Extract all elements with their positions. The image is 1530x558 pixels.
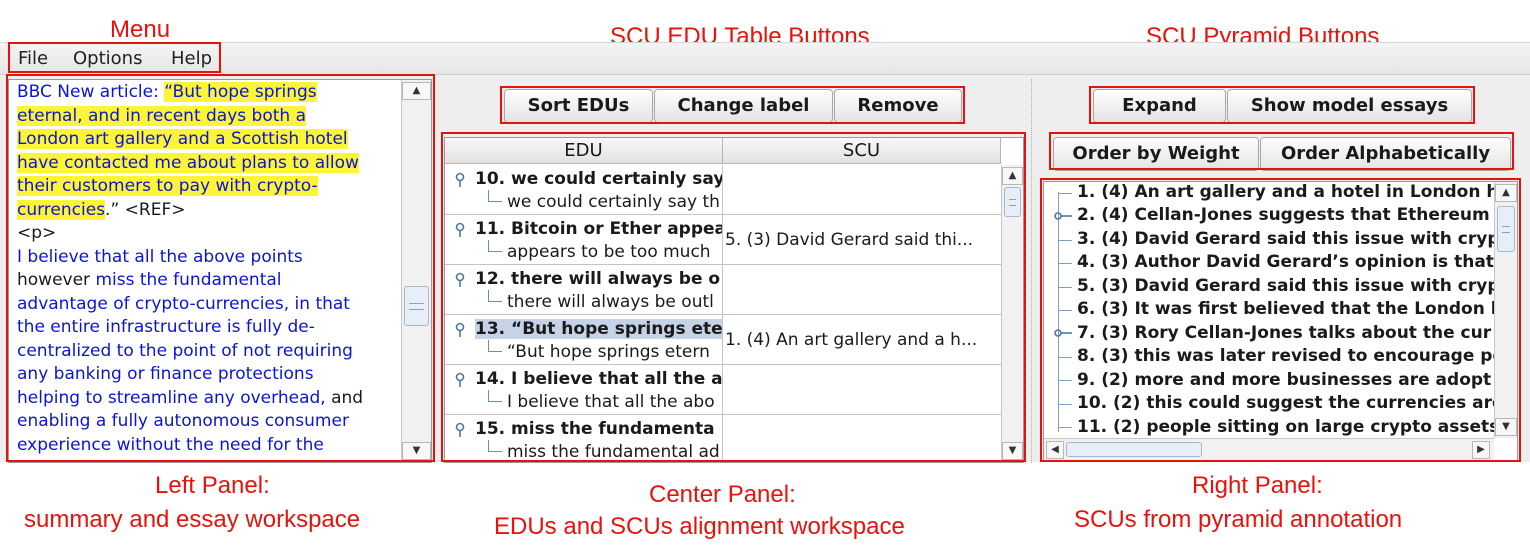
scroll-up-arrow-icon[interactable]: ▲: [1002, 167, 1023, 185]
tree-item[interactable]: 9. (2) more and more businesses are adop…: [1077, 370, 1491, 390]
scroll-thumb[interactable]: [1066, 442, 1202, 457]
scroll-right-arrow-icon[interactable]: ▶: [1472, 441, 1490, 459]
scu-cell: [723, 265, 1001, 315]
menu-help[interactable]: Help: [171, 48, 212, 69]
key-icon: [455, 222, 465, 237]
scu-cell: 5. (3) David Gerard said thi...: [725, 230, 974, 250]
key-icon: [455, 172, 465, 187]
scroll-thumb[interactable]: [404, 286, 429, 326]
tree-item[interactable]: 5. (3) David Gerard said this issue with…: [1077, 276, 1500, 296]
tree-item[interactable]: 10. (2) this could suggest the currencie…: [1077, 393, 1504, 413]
table-vertical-scrollbar[interactable]: ▲ ▼: [1001, 165, 1023, 462]
scroll-down-arrow-icon[interactable]: ▼: [1495, 418, 1517, 436]
edu-label: 13. “But hope springs ete: [475, 319, 723, 339]
scu-cell: [723, 415, 1001, 462]
key-icon: [455, 322, 465, 337]
table-row[interactable]: 10. we could certainly say t we could cer…: [445, 165, 1001, 215]
tree-item[interactable]: 11. (2) people sitting on large crypto a…: [1077, 417, 1499, 437]
menu-options[interactable]: Options: [73, 48, 142, 69]
remove-button[interactable]: Remove: [834, 89, 962, 123]
column-header-scu[interactable]: SCU: [723, 138, 1001, 164]
order-by-weight-button[interactable]: Order by Weight: [1053, 137, 1259, 171]
essay-text: BBC New article: “But hope springs etern…: [17, 82, 364, 455]
tree-item[interactable]: 2. (4) Cellan-Jones suggests that Ethere…: [1077, 205, 1490, 225]
key-icon: [455, 372, 465, 387]
edu-text: “But hope springs etern: [507, 342, 710, 362]
table-row[interactable]: 14. I believe that all the a I believe th…: [445, 365, 1001, 415]
column-header-edu[interactable]: EDU: [445, 138, 723, 164]
change-label-button[interactable]: Change label: [654, 89, 833, 123]
right-panel-annotation-subtitle: SCUs from pyramid annotation: [1074, 506, 1403, 533]
sort-edus-button[interactable]: Sort EDUs: [504, 89, 653, 123]
scroll-thumb[interactable]: [1497, 206, 1515, 252]
right-panel-annotation-title: Right Panel:: [1192, 472, 1323, 499]
tree-item[interactable]: 8. (3) this was later revised to encoura…: [1077, 346, 1504, 366]
tree-item[interactable]: 7. (3) Rory Cellan-Jones talks about the…: [1077, 323, 1491, 343]
edu-label: 12. there will always be o: [475, 269, 721, 289]
table-row-selected[interactable]: 13. “But hope springs ete “But hope sprin…: [445, 315, 1001, 365]
tree-item[interactable]: 4. (3) Author David Gerard’s opinion is …: [1077, 252, 1494, 272]
edu-text: there will always be outl: [507, 292, 714, 312]
edu-text: we could certainly say th: [507, 192, 720, 212]
key-icon: [1054, 329, 1072, 337]
tree-horizontal-scrollbar[interactable]: ◀ ▶: [1044, 438, 1494, 460]
edu-text: miss the fundamental ad: [507, 442, 720, 462]
tree-item[interactable]: 3. (4) David Gerard said this issue with…: [1077, 229, 1500, 249]
edu-label: 11. Bitcoin or Ether appea: [475, 219, 723, 239]
show-model-essays-button[interactable]: Show model essays: [1227, 89, 1472, 123]
scu-cell: 1. (4) An art gallery and a h...: [725, 330, 978, 350]
menu-bar: File Options Help: [0, 43, 1530, 75]
split-divider-right[interactable]: [1031, 79, 1037, 463]
menu-annotation: Menu: [110, 16, 171, 43]
order-alphabetically-button[interactable]: Order Alphabetically: [1260, 137, 1511, 171]
center-panel-annotation-title: Center Panel:: [649, 481, 796, 508]
scu-cell: [723, 365, 1001, 415]
table-row[interactable]: 11. Bitcoin or Ether appea appears to be …: [445, 215, 1001, 265]
scroll-up-arrow-icon[interactable]: ▲: [1495, 184, 1517, 202]
table-row[interactable]: 12. there will always be o there will alw…: [445, 265, 1001, 315]
key-icon: [455, 272, 465, 287]
edu-text: I believe that all the abo: [507, 392, 715, 412]
tree-vertical-scrollbar[interactable]: ▲ ▼: [1494, 182, 1517, 438]
edu-text: appears to be too much: [507, 242, 711, 262]
edu-label: 10. we could certainly say t: [475, 169, 723, 189]
menu-file[interactable]: File: [18, 48, 48, 69]
key-icon: [1054, 212, 1072, 220]
edu-scu-table: EDU SCU 10. we could certainly say t we c…: [444, 137, 1024, 463]
left-panel-annotation-subtitle: summary and essay workspace: [24, 506, 361, 533]
scroll-thumb[interactable]: [1004, 187, 1021, 217]
application-window: File Options Help ▲ ▼ BBC New article: “…: [0, 42, 1530, 463]
tree-item[interactable]: 6. (3) It was first believed that the Lo…: [1077, 299, 1497, 319]
tree-item[interactable]: 1. (4) An art gallery and a hotel in Lon…: [1077, 182, 1498, 202]
center-panel-annotation-subtitle: EDUs and SCUs alignment workspace: [494, 513, 905, 540]
scroll-down-arrow-icon[interactable]: ▼: [1002, 442, 1023, 460]
expand-button[interactable]: Expand: [1093, 89, 1226, 123]
scu-cell: [723, 165, 1001, 215]
scu-tree: 1. (4) An art gallery and a hotel in Lon…: [1043, 181, 1518, 461]
edu-label: 15. miss the fundamenta: [475, 419, 715, 439]
key-icon: [455, 422, 465, 437]
edu-label: 14. I believe that all the a: [475, 369, 723, 389]
scroll-left-arrow-icon[interactable]: ◀: [1046, 441, 1064, 459]
table-row[interactable]: 15. miss the fundamenta miss the fundamen…: [445, 415, 1001, 462]
left-panel-annotation-title: Left Panel:: [155, 472, 270, 499]
split-divider-left[interactable]: [434, 79, 440, 463]
